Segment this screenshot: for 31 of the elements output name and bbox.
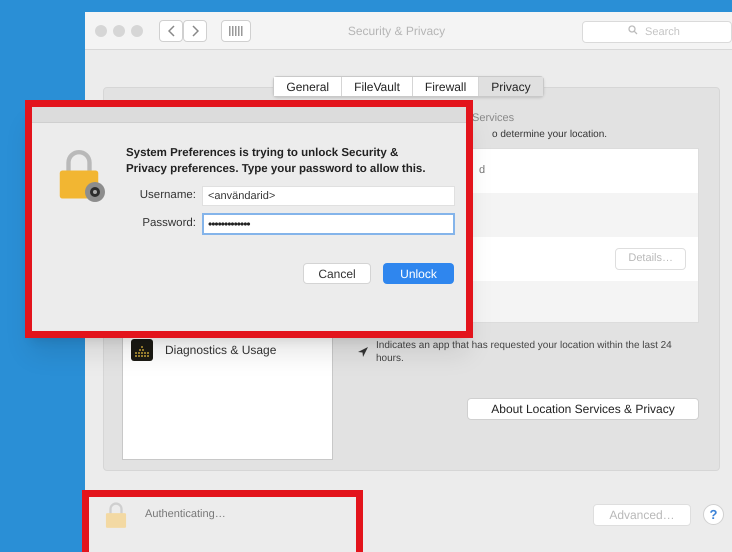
dialog-message: System Preferences is trying to unlock Security & Privacy preferences. Type your password to allow this. xyxy=(126,146,427,177)
gear-icon xyxy=(84,181,106,203)
section-title: Services xyxy=(472,111,516,126)
password-label: Password: xyxy=(141,216,196,232)
cancel-button[interactable]: Cancel xyxy=(303,263,371,284)
tab[interactable]: General xyxy=(274,77,342,96)
username-field[interactable]: <användarid> xyxy=(202,186,455,206)
auth-status: Authenticating… xyxy=(145,507,226,522)
unlock-button[interactable]: Unlock xyxy=(383,263,454,284)
help-button[interactable]: ? xyxy=(703,504,724,525)
password-field[interactable]: ••••••••••••• xyxy=(202,213,455,235)
category-item[interactable]: Diagnostics & Usage xyxy=(123,337,332,363)
chart-icon xyxy=(131,339,153,361)
tab[interactable]: Firewall xyxy=(412,77,480,96)
section-description: o determine your location. xyxy=(492,128,608,142)
grid-icon xyxy=(229,26,243,36)
chevron-right-icon xyxy=(192,24,198,36)
about-location-button[interactable]: About Location Services & Privacy xyxy=(467,398,699,420)
location-note: Indicates an app that has requested your location within the last 24 hours. xyxy=(376,338,673,364)
back-button[interactable] xyxy=(159,20,183,42)
username-label: Username: xyxy=(138,188,196,204)
location-arrow-icon xyxy=(358,346,368,356)
chevron-left-icon xyxy=(168,24,174,36)
search-field[interactable]: Search xyxy=(582,20,732,42)
lock-icon xyxy=(105,500,127,528)
show-all-button[interactable] xyxy=(221,20,251,42)
tab[interactable]: Privacy xyxy=(479,77,543,96)
search-icon xyxy=(628,24,638,34)
forward-button[interactable] xyxy=(183,20,207,42)
window-title: Security & Privacy xyxy=(346,22,446,40)
tab[interactable]: FileVault xyxy=(342,77,413,96)
